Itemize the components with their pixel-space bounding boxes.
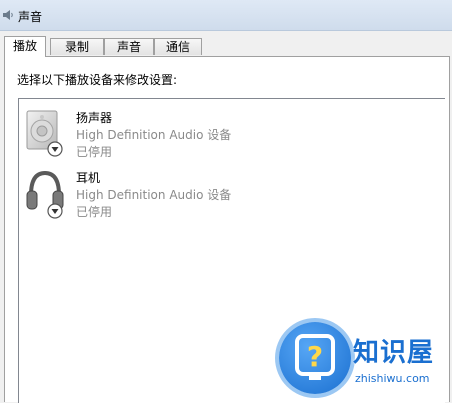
instruction-label: 选择以下播放设备来修改设置:	[17, 73, 178, 87]
device-description: High Definition Audio 设备	[76, 188, 232, 202]
window-title: 声音	[18, 10, 43, 24]
tab-sounds[interactable]: 声音	[104, 38, 154, 55]
tab-recording[interactable]: 录制	[50, 38, 104, 55]
device-name: 扬声器	[76, 111, 113, 125]
headphones-icon	[26, 170, 64, 219]
title-bar: 声音	[0, 0, 452, 31]
watermark-domain: zhishiwu.com	[355, 372, 430, 385]
tab-strip: 播放 录制 声音 通信	[0, 36, 452, 57]
speaker-icon	[26, 110, 63, 157]
device-item-headphones[interactable]: 耳机 High Definition Audio 设备 已停用	[19, 165, 439, 223]
device-description: High Definition Audio 设备	[76, 128, 232, 142]
watermark-brand: 知识屋	[353, 338, 435, 368]
svg-text:?: ?	[307, 340, 323, 373]
tab-playback[interactable]: 播放	[4, 36, 46, 57]
device-item-speaker[interactable]: 扬声器 High Definition Audio 设备 已停用	[19, 105, 439, 163]
speaker-app-icon	[3, 10, 13, 20]
question-mark-icon: ?	[295, 334, 335, 380]
device-status: 已停用	[76, 205, 113, 219]
watermark-badge: ?	[279, 322, 351, 394]
tab-communications[interactable]: 通信	[154, 38, 202, 55]
device-status: 已停用	[76, 145, 113, 159]
device-name: 耳机	[76, 171, 101, 185]
watermark: ? 知识屋 zhishiwu.com	[279, 322, 449, 400]
